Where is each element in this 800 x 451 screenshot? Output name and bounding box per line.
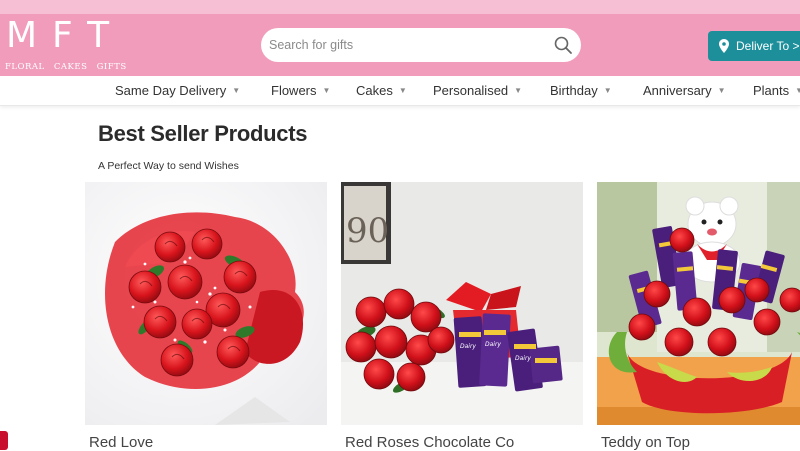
logo-tagline: FLORAL CAKES GIFTS — [5, 62, 127, 72]
product-name[interactable]: Teddy on Top — [601, 434, 690, 451]
nav-item-cakes[interactable]: Cakes ▼ — [356, 83, 407, 98]
nav-item-label: Plants — [753, 83, 790, 98]
product-image[interactable] — [85, 182, 327, 425]
caret-down-icon: ▼ — [398, 86, 407, 95]
nav-item-flowers[interactable]: Flowers ▼ — [271, 83, 330, 98]
nav-item-label: Personalised — [433, 83, 509, 98]
main-nav: Same Day Delivery ▼ Flowers ▼ Cakes ▼ Perso… — [0, 76, 800, 106]
product-name[interactable]: Red Love — [89, 434, 153, 451]
product-image[interactable]: 90 Dairy Dairy Dairy — [341, 182, 583, 425]
wrapper-text: Dairy — [460, 343, 476, 350]
nav-item-anniversary[interactable]: Anniversary ▼ — [643, 83, 726, 98]
nav-item-label: Same Day Delivery — [115, 83, 227, 98]
deliver-to-button[interactable]: Deliver To > — [708, 31, 800, 61]
caret-down-icon: ▼ — [717, 86, 726, 95]
nav-item-label: Birthday — [550, 83, 598, 98]
location-pin-icon — [719, 39, 729, 53]
product-image[interactable] — [597, 182, 800, 425]
frame-art-text: 90 — [346, 211, 389, 251]
product-card[interactable]: Red Love — [85, 182, 327, 451]
nav-item-same-day-delivery[interactable]: Same Day Delivery ▼ — [115, 83, 240, 98]
wrapper-text: Dairy — [485, 341, 501, 348]
caret-down-icon: ▼ — [232, 86, 241, 95]
nav-item-plants[interactable]: Plants ▼ — [753, 83, 800, 98]
nav-item-label: Flowers — [271, 83, 317, 98]
top-strip — [0, 0, 800, 14]
caret-down-icon: ▼ — [795, 86, 800, 95]
nav-item-label: Anniversary — [643, 83, 712, 98]
nav-item-personalised[interactable]: Personalised ▼ — [433, 83, 522, 98]
wrapper-text: Dairy — [515, 355, 531, 362]
product-card[interactable]: 90 Dairy Dairy Dairy Red Roses Chocolate… — [341, 182, 583, 451]
search-bar — [261, 28, 581, 62]
site-logo[interactable]: MFT FLORAL CAKES GIFTS — [5, 16, 126, 74]
caret-down-icon: ▼ — [514, 86, 523, 95]
section-subtitle: A Perfect Way to send Wishes — [98, 160, 239, 172]
product-name[interactable]: Red Roses Chocolate Co — [345, 434, 514, 451]
product-card[interactable]: Teddy on Top — [597, 182, 800, 451]
nav-item-birthday[interactable]: Birthday ▼ — [550, 83, 612, 98]
caret-down-icon: ▼ — [322, 86, 331, 95]
feedback-side-tab[interactable] — [0, 431, 8, 450]
search-icon[interactable] — [553, 35, 573, 55]
deliver-to-label: Deliver To > — [736, 39, 800, 53]
logo-letters: MFT — [6, 15, 125, 56]
search-input[interactable] — [269, 35, 539, 55]
section-title: Best Seller Products — [98, 121, 308, 146]
nav-item-label: Cakes — [356, 83, 393, 98]
caret-down-icon: ▼ — [603, 86, 612, 95]
